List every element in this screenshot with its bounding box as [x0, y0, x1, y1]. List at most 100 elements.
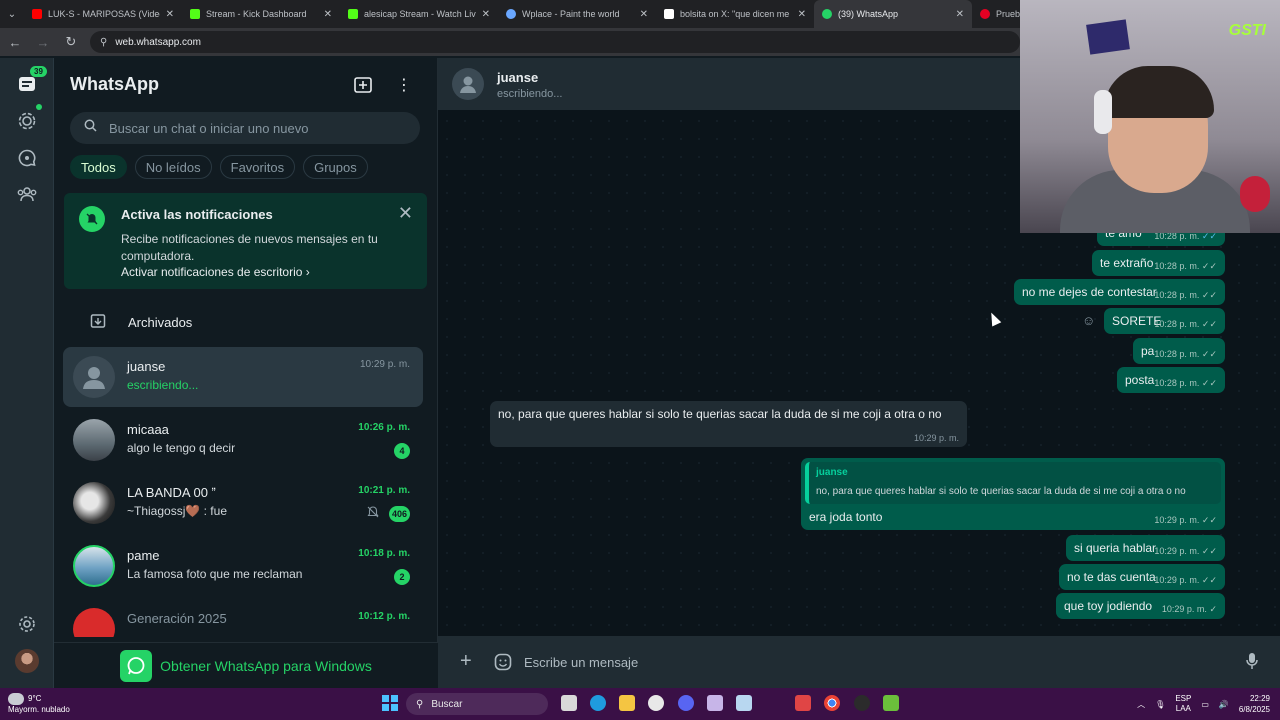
url-text: web.whatsapp.com [115, 36, 201, 48]
message-outgoing-reply[interactable]: juanse no, para que queres hablar si sol… [801, 458, 1225, 530]
chat-list-item[interactable]: LA BANDA 00 ˮ 10:21 p. m. ~Thiagossj🤎 : … [63, 473, 423, 533]
default-avatar-icon [452, 68, 484, 100]
url-field[interactable]: ⚲ web.whatsapp.com [90, 31, 1020, 53]
taskbar-search[interactable]: ⚲ Buscar [406, 693, 548, 715]
browser-tab[interactable]: LUK-S - MARIPOSAS (Video Of✕ [24, 0, 182, 28]
settings-icon[interactable] [15, 612, 39, 636]
app-icon[interactable] [707, 695, 723, 711]
message-outgoing[interactable]: si queria hablar 10:29 p. m. ✓✓ [1066, 535, 1225, 561]
forward-icon[interactable]: → [34, 35, 52, 50]
chat-filters: Todos No leídos Favoritos Grupos [70, 155, 368, 179]
chrome-icon[interactable] [824, 695, 840, 711]
stream-logo: GSTI [1228, 22, 1266, 39]
filter-unread[interactable]: No leídos [134, 155, 212, 179]
chat-list-item[interactable]: pame 10:18 p. m. La famosa foto que me r… [63, 536, 423, 596]
quoted-message[interactable]: juanse no, para que queres hablar si sol… [805, 462, 1221, 504]
communities-icon[interactable] [15, 182, 39, 206]
webcam-overlay: GSTI [1020, 0, 1280, 233]
close-tab-icon[interactable]: ✕ [640, 9, 648, 20]
microphone-icon[interactable]: 🎙 [1155, 700, 1165, 709]
photos-icon[interactable] [736, 695, 752, 711]
language-indicator[interactable]: ESP LAA [1175, 694, 1191, 714]
browser-tab[interactable]: Stream - Kick Dashboard ✕ [182, 0, 340, 28]
back-icon[interactable]: ← [6, 35, 24, 50]
message-outgoing[interactable]: pa 10:28 p. m. ✓✓ [1133, 338, 1225, 364]
status-icon[interactable] [15, 109, 39, 133]
site-info-icon[interactable]: ⚲ [100, 37, 107, 48]
close-tab-icon[interactable]: ✕ [324, 9, 332, 20]
new-chat-icon[interactable] [352, 74, 374, 96]
filter-favorites[interactable]: Favoritos [219, 155, 296, 179]
windows-start-icon[interactable] [382, 695, 398, 711]
react-emoji-icon[interactable]: ☺ [1082, 313, 1095, 328]
plush-toy [1240, 176, 1270, 212]
close-tab-icon[interactable]: ✕ [956, 9, 964, 20]
chat-list-item[interactable]: Generación 2025 10:12 p. m. [63, 599, 423, 637]
microphone-icon[interactable] [1246, 652, 1258, 675]
search-box[interactable] [70, 112, 420, 144]
notification-title: Activa las notificaciones [121, 207, 273, 222]
notification-link[interactable]: Activar notificaciones de escritorio › [121, 265, 310, 279]
read-receipt-icon: ✓✓ [1201, 319, 1217, 329]
menu-dots-icon[interactable]: ⋮ [393, 74, 415, 96]
edge-icon[interactable] [590, 695, 606, 711]
youtube-icon [32, 9, 42, 19]
task-view-icon[interactable] [561, 695, 577, 711]
filter-groups[interactable]: Grupos [303, 155, 368, 179]
reload-icon[interactable]: ↻ [62, 34, 80, 50]
channels-icon[interactable] [15, 146, 39, 170]
network-icon[interactable]: ▭ [1201, 700, 1209, 709]
attach-plus-icon[interactable]: + [460, 650, 472, 673]
status-new-dot [36, 104, 42, 110]
tab-search-icon[interactable]: ⌄ [0, 0, 24, 28]
game-app-icon[interactable] [795, 695, 811, 711]
file-explorer-icon[interactable] [619, 695, 635, 711]
get-app-label: Obtener WhatsApp para Windows [160, 657, 372, 674]
poster [1086, 19, 1130, 55]
browser-tab-active[interactable]: (39) WhatsApp ✕ [814, 0, 972, 28]
message-incoming[interactable]: no, para que queres hablar si solo te qu… [490, 401, 967, 447]
chat-name: juanse [127, 359, 166, 374]
profile-avatar[interactable] [15, 649, 39, 673]
chatgpt-icon[interactable] [648, 695, 664, 711]
streamer-hair [1104, 66, 1214, 118]
chat-time: 10:29 p. m. [359, 359, 410, 370]
obs-icon[interactable] [854, 695, 870, 711]
avatar [73, 482, 115, 524]
close-icon[interactable]: ✕ [398, 203, 413, 224]
nav-rail: 39 [0, 58, 54, 688]
chat-list-item[interactable]: micaaa 10:26 p. m. algo le tengo q decir… [63, 410, 423, 470]
notification-banner: Activa las notificaciones Recibe notific… [64, 193, 427, 289]
chevron-up-icon[interactable]: ︿ [1137, 699, 1145, 710]
read-receipt-icon: ✓✓ [1201, 515, 1217, 525]
chat-list-item[interactable]: juanse 10:29 p. m. escribiendo... [63, 347, 423, 407]
filter-all[interactable]: Todos [70, 155, 127, 179]
message-outgoing[interactable]: posta 10:28 p. m. ✓✓ [1117, 367, 1225, 393]
close-tab-icon[interactable]: ✕ [798, 9, 806, 20]
browser-tab[interactable]: alesicap Stream - Watch Live o✕ [340, 0, 498, 28]
volume-icon[interactable]: 🔊 [1219, 700, 1229, 709]
message-input[interactable] [524, 646, 1224, 678]
discord-icon[interactable] [678, 695, 694, 711]
clock[interactable]: 22:29 6/8/2025 [1239, 693, 1270, 715]
message-outgoing[interactable]: no me dejes de contestar 10:28 p. m. ✓✓ [1014, 279, 1225, 305]
message-outgoing[interactable]: que toy jodiendo 10:29 p. m. ✓ [1056, 593, 1225, 619]
close-tab-icon[interactable]: ✕ [166, 9, 174, 20]
app-title: WhatsApp [70, 74, 159, 94]
app-icon[interactable] [883, 695, 899, 711]
chat-preview: algo le tengo q decir [127, 441, 236, 455]
message-outgoing[interactable]: no te das cuenta 10:29 p. m. ✓✓ [1059, 564, 1225, 590]
browser-tab[interactable]: bolsita on X: "que dicen me sac✕ [656, 0, 814, 28]
archived-row[interactable]: Archivados [90, 313, 192, 332]
message-outgoing[interactable]: SORETE 10:28 p. m. ✓✓ [1104, 308, 1225, 334]
browser-tab[interactable]: Wplace - Paint the world ✕ [498, 0, 656, 28]
sticker-emoji-icon[interactable] [494, 653, 512, 676]
message-outgoing[interactable]: te extraño 10:28 p. m. ✓✓ [1092, 250, 1225, 276]
get-windows-app-banner[interactable]: Obtener WhatsApp para Windows [54, 642, 438, 688]
unread-count: 2 [394, 569, 410, 585]
delivered-receipt-icon: ✓ [1209, 604, 1217, 614]
search-input[interactable] [109, 120, 399, 136]
weather-widget[interactable]: 9°C Mayorm. nublado [8, 693, 70, 715]
close-tab-icon[interactable]: ✕ [482, 9, 490, 20]
read-receipt-icon: ✓✓ [1201, 349, 1217, 359]
